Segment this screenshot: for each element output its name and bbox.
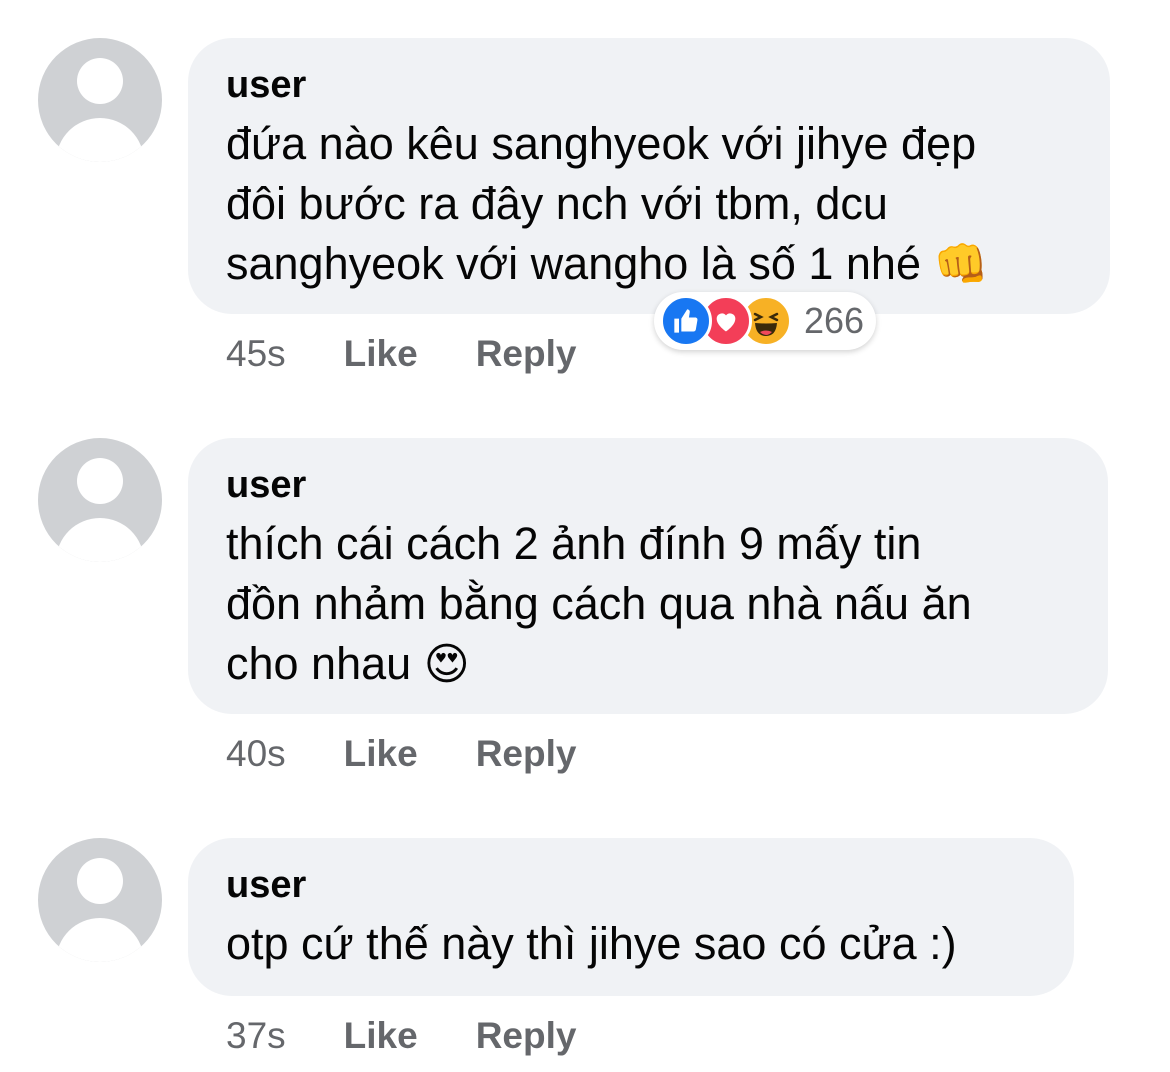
comment-line-text: cho nhau bbox=[226, 638, 412, 689]
reaction-count: 266 bbox=[804, 300, 865, 341]
heart-eyes-emoji-icon: 😍 bbox=[423, 639, 470, 690]
comment-bubble: user đứa nào kêu sanghyeok với jihye đẹp… bbox=[188, 38, 1110, 314]
comment-text: otp cứ thế này thì jihye sao có cửa :) bbox=[226, 914, 1034, 974]
comment-text: đứa nào kêu sanghyeok với jihye đẹp đôi … bbox=[226, 114, 1070, 295]
comment-line: đôi bước ra đây nch với tbm, dcu bbox=[226, 178, 888, 229]
comment-line: đứa nào kêu sanghyeok với jihye đẹp bbox=[226, 118, 977, 169]
reply-button[interactable]: Reply bbox=[476, 732, 577, 776]
comment-meta: 45s Like Reply bbox=[226, 332, 634, 376]
avatar-head-shape bbox=[77, 458, 123, 504]
comment-author[interactable]: user bbox=[226, 862, 1034, 908]
comment-line-text: sanghyeok với wangho là số 1 nhé bbox=[226, 238, 921, 289]
avatar-head-shape bbox=[77, 858, 123, 904]
avatar[interactable] bbox=[38, 438, 162, 562]
comment-line: đồn nhảm bằng cách qua nhà nấu ăn bbox=[226, 578, 972, 629]
comment-timestamp[interactable]: 37s bbox=[226, 1014, 286, 1058]
comment-line: sanghyeok với wangho là số 1 nhé 👊 bbox=[226, 234, 1070, 295]
avatar[interactable] bbox=[38, 838, 162, 962]
like-icon bbox=[660, 295, 712, 347]
comment-author[interactable]: user bbox=[226, 462, 1068, 508]
like-button[interactable]: Like bbox=[344, 1014, 418, 1058]
thumbs-up-icon bbox=[674, 309, 698, 333]
avatar-body-shape bbox=[56, 118, 144, 162]
comment-line: cho nhau 😍 bbox=[226, 634, 1068, 695]
comment-bubble: user otp cứ thế này thì jihye sao có cửa… bbox=[188, 838, 1074, 996]
like-button[interactable]: Like bbox=[344, 332, 418, 376]
comment-line: thích cái cách 2 ảnh đính 9 mấy tin bbox=[226, 518, 922, 569]
reactions-summary[interactable]: 266 bbox=[654, 292, 877, 350]
avatar-head-shape bbox=[77, 58, 123, 104]
comment-meta: 37s Like Reply bbox=[226, 1014, 634, 1058]
laughing-face-icon bbox=[753, 312, 779, 336]
heart-icon bbox=[716, 313, 736, 332]
comment-timestamp[interactable]: 40s bbox=[226, 732, 286, 776]
reply-button[interactable]: Reply bbox=[476, 1014, 577, 1058]
comment-author[interactable]: user bbox=[226, 62, 1070, 108]
avatar-body-shape bbox=[56, 518, 144, 562]
avatar[interactable] bbox=[38, 38, 162, 162]
comment-meta: 40s Like Reply bbox=[226, 732, 634, 776]
comment-timestamp[interactable]: 45s bbox=[226, 332, 286, 376]
reply-button[interactable]: Reply bbox=[476, 332, 577, 376]
comment-text: thích cái cách 2 ảnh đính 9 mấy tin đồn … bbox=[226, 514, 1068, 695]
avatar-body-shape bbox=[56, 918, 144, 962]
like-button[interactable]: Like bbox=[344, 732, 418, 776]
comment-line: otp cứ thế này thì jihye sao có cửa :) bbox=[226, 918, 957, 969]
fist-emoji-icon: 👊 bbox=[933, 239, 989, 290]
comment-bubble: user thích cái cách 2 ảnh đính 9 mấy tin… bbox=[188, 438, 1108, 714]
